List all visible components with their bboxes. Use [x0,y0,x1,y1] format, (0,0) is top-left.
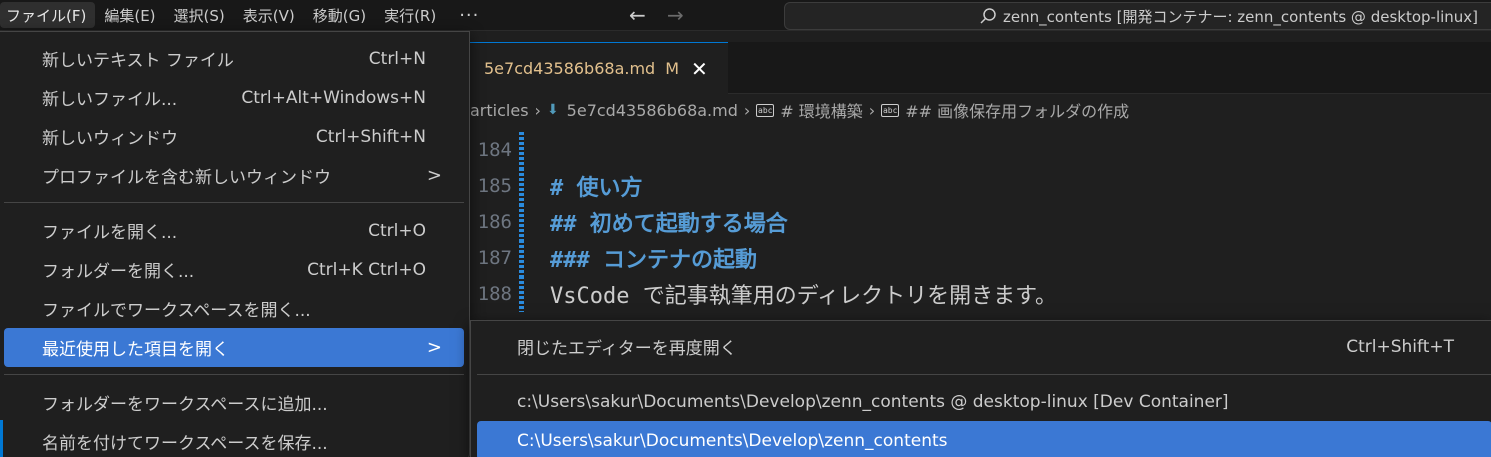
menu-more-button[interactable]: ··· [445,2,493,28]
modified-gutter-marker [519,276,524,312]
menu-separator [4,374,464,375]
menu-item-shortcut: Ctrl+O [368,220,426,241]
menu-file[interactable]: ファイル(F) [0,2,96,28]
line-content: VsCode で記事執筆用のディレクトリを開きます。 [550,284,1057,309]
chevron-right-icon: > [426,337,442,358]
menu-item-label: ファイルを開く... [42,223,178,243]
code-line: 187 ### コンテナの起動 [470,240,1491,276]
modified-gutter-marker [519,132,524,168]
menu-go[interactable]: 移動(G) [304,2,375,28]
line-content: ### コンテナの起動 [550,248,757,273]
activity-bar-indicator [0,420,3,457]
title-bar: ファイル(F) 編集(E) 選択(S) 表示(V) 移動(G) 実行(R) ··… [0,0,1491,31]
line-number: 186 [477,211,512,233]
arrow-left-icon[interactable]: ← [625,3,649,27]
menu-item-shortcut: Ctrl+K Ctrl+O [307,259,426,280]
menu-item-label: ファイルでワークスペースを開く... [42,301,311,321]
menu-item-new-window[interactable]: 新しいウィンドウ Ctrl+Shift+N [4,117,464,156]
recent-item-reopen-closed-editor[interactable]: 閉じたエディターを再度開く Ctrl+Shift+T [477,327,1491,366]
menu-item-shortcut: Ctrl+Alt+Windows+N [241,87,426,108]
menu-item-add-folder-to-workspace[interactable]: フォルダーをワークスペースに追加... [4,383,464,422]
recent-item-dev-container[interactable]: c:\Users\sakur\Documents\Develop\zenn_co… [477,382,1491,421]
close-icon[interactable]: ✕ [691,57,708,81]
line-number: 188 [477,283,512,305]
markdown-file-icon: ⬇ [546,102,559,118]
menu-separator [477,374,1491,375]
menu-view[interactable]: 表示(V) [234,2,304,28]
menu-item-label: 最近使用した項目を開く [42,340,229,360]
string-symbol-icon: abc [881,103,900,117]
chevron-right-icon: › [743,100,751,120]
vscode-window: ファイル(F) 編集(E) 選択(S) 表示(V) 移動(G) 実行(R) ··… [0,0,1491,457]
modified-indicator: M [665,59,680,78]
chevron-right-icon: › [534,100,541,120]
open-recent-submenu: 閉じたエディターを再度開く Ctrl+Shift+T c:\Users\saku… [470,320,1491,457]
menu-item-label: プロファイルを含む新しいウィンドウ [42,168,331,188]
menu-item-new-file[interactable]: 新しいファイル... Ctrl+Alt+Windows+N [4,78,464,117]
menu-item-save-workspace-as[interactable]: 名前を付けてワークスペースを保存... [4,422,464,457]
menu-item-label: フォルダーを開く... [42,262,195,282]
menu-bar: ファイル(F) 編集(E) 選択(S) 表示(V) 移動(G) 実行(R) ··… [0,0,493,31]
arrow-right-icon[interactable]: → [663,3,687,27]
recent-item-local-folder[interactable]: C:\Users\sakur\Documents\Develop\zenn_co… [477,421,1491,457]
breadcrumb-item-file[interactable]: 5e7cd43586b68a.md [567,101,738,120]
modified-gutter-marker [519,204,524,240]
menu-item-shortcut: Ctrl+Shift+N [315,126,426,147]
modified-gutter-marker [519,240,524,276]
menu-selection[interactable]: 選択(S) [165,2,234,28]
line-content: ## 初めて起動する場合 [550,212,788,237]
menu-item-open-file[interactable]: ファイルを開く... Ctrl+O [4,211,464,250]
menu-item-label: 新しいテキスト ファイル [42,51,234,71]
menu-edit[interactable]: 編集(E) [95,2,164,28]
command-center-text: zenn_contents [開発コンテナー: zenn_contents @ … [1003,7,1479,26]
tab-filename: 5e7cd43586b68a.md [484,59,656,78]
menu-item-label: 名前を付けてワークスペースを保存... [42,434,328,454]
code-line: 186 ## 初めて起動する場合 [470,204,1491,240]
menu-item-label: 閉じたエディターを再度開く [517,339,737,359]
menu-run[interactable]: 実行(R) [375,2,445,28]
breadcrumb-item-heading[interactable]: # 環境構築 [780,98,863,122]
menu-item-label: 新しいウィンドウ [42,129,178,149]
editor-tab[interactable]: 5e7cd43586b68a.md M ✕ [470,42,728,94]
chevron-right-icon: › [868,100,876,120]
breadcrumb-item-folder[interactable]: articles [470,101,529,120]
menu-item-shortcut: Ctrl+N [368,48,426,69]
menu-item-open-folder[interactable]: フォルダーを開く... Ctrl+K Ctrl+O [4,250,464,289]
code-line: 188 VsCode で記事執筆用のディレクトリを開きます。 [470,276,1491,312]
tab-bar: 5e7cd43586b68a.md M ✕ [470,42,1491,94]
line-number: 187 [477,247,512,269]
command-center[interactable]: zenn_contents [開発コンテナー: zenn_contents @ … [784,2,1491,30]
chevron-right-icon: > [426,165,442,186]
menu-item-label: フォルダーをワークスペースに追加... [42,395,328,415]
menu-item-new-text-file[interactable]: 新しいテキスト ファイル Ctrl+N [4,39,464,78]
breadcrumb: articles › ⬇ 5e7cd43586b68a.md › abc # 環… [470,94,1491,126]
menu-separator [4,202,464,203]
menu-item-open-recent[interactable]: 最近使用した項目を開く > [4,328,464,367]
menu-item-label: C:\Users\sakur\Documents\Develop\zenn_co… [517,430,948,451]
line-content: # 使い方 [550,176,643,201]
string-symbol-icon: abc [756,103,775,117]
modified-gutter-marker [519,168,524,204]
line-number: 185 [477,175,512,197]
code-line: 185 # 使い方 [470,168,1491,204]
navigation-arrows: ← → [625,3,687,27]
code-line: 184 [470,132,1491,168]
menu-item-shortcut: Ctrl+Shift+T [1346,336,1454,357]
file-menu: 新しいテキスト ファイル Ctrl+N 新しいファイル... Ctrl+Alt+… [0,31,470,457]
menu-item-label: c:\Users\sakur\Documents\Develop\zenn_co… [517,391,1229,412]
menu-item-label: 新しいファイル... [42,90,178,110]
breadcrumb-item-subheading[interactable]: ## 画像保存用フォルダの作成 [905,98,1129,122]
menu-item-open-workspace-from-file[interactable]: ファイルでワークスペースを開く... [4,289,464,328]
menu-item-new-window-with-profile[interactable]: プロファイルを含む新しいウィンドウ > [4,156,464,195]
line-number: 184 [477,139,512,161]
search-icon [980,8,996,24]
